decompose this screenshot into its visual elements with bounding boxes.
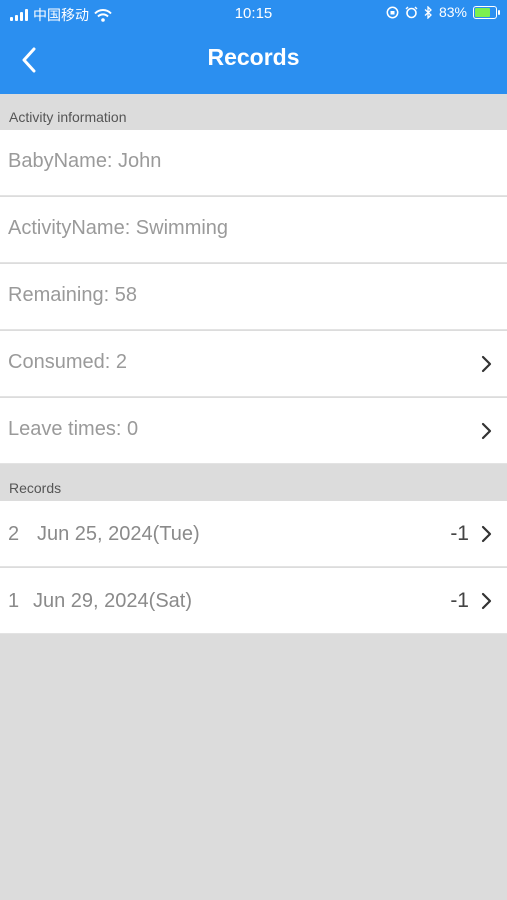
nav-bar: Records (0, 28, 507, 94)
app-header: 中国移动 10:15 83% Records (0, 0, 507, 94)
chevron-right-icon (481, 355, 492, 373)
record-index: 1 (8, 590, 20, 612)
consumed-label: Consumed: 2 (8, 351, 127, 373)
page-title: Records (207, 44, 300, 70)
chevron-right-icon (481, 422, 492, 440)
section-header-label: Activity information (9, 109, 127, 125)
remaining-label: Remaining: 58 (8, 284, 137, 306)
orientation-lock-icon (386, 6, 399, 18)
record-value: -1 (450, 589, 469, 612)
chevron-right-icon (481, 592, 492, 610)
record-row[interactable]: 1 Jun 29, 2024(Sat) -1 (0, 568, 507, 634)
activity-section-header: Activity information (0, 94, 507, 130)
record-index: 2 (8, 523, 20, 545)
battery-icon (473, 5, 500, 19)
records-section-header: Records (0, 465, 507, 501)
consumed-row[interactable]: Consumed: 2 (0, 331, 507, 397)
baby-name-row: BabyName: John (0, 130, 507, 196)
record-row[interactable]: 2 Jun 25, 2024(Tue) -1 (0, 501, 507, 567)
leave-times-label: Leave times: 0 (8, 418, 139, 440)
section-header-label: Records (9, 480, 62, 496)
battery-percent: 83% (438, 4, 467, 20)
activity-name-row: ActivityName: Swimming (0, 197, 507, 263)
remaining-row: Remaining: 58 (0, 264, 507, 330)
chevron-right-icon (481, 525, 492, 543)
record-value: -1 (450, 522, 469, 545)
status-bar: 中国移动 10:15 83% (0, 0, 507, 28)
bluetooth-icon (424, 5, 432, 19)
activity-name-label: ActivityName: Swimming (8, 217, 229, 239)
record-date: Jun 25, 2024(Tue) (37, 523, 200, 545)
baby-name-label: BabyName: John (8, 150, 162, 172)
leave-times-row[interactable]: Leave times: 0 (0, 398, 507, 464)
record-date: Jun 29, 2024(Sat) (33, 590, 192, 612)
alarm-icon (405, 6, 418, 18)
